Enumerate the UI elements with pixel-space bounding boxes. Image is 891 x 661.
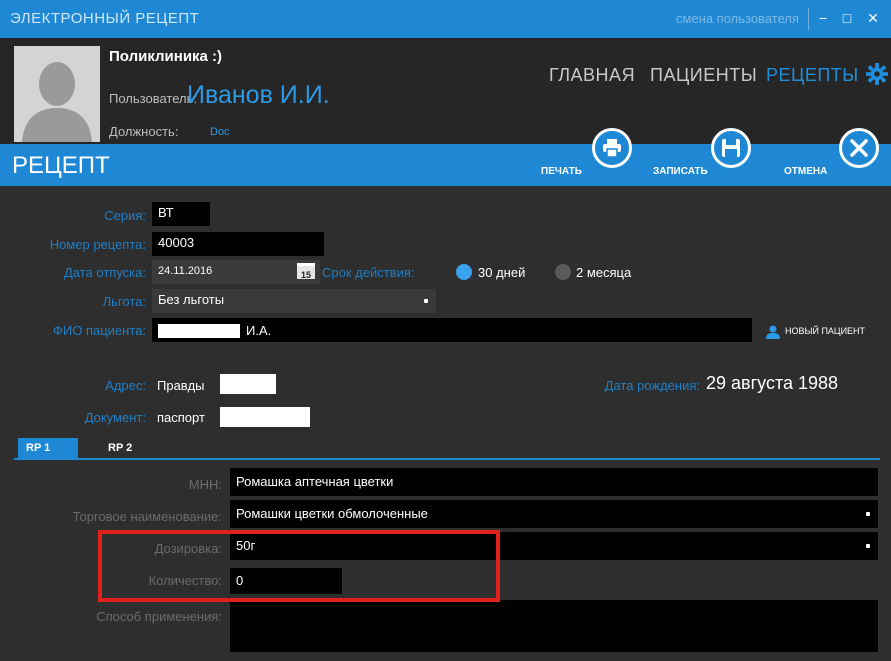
gear-icon[interactable]	[866, 63, 888, 85]
user-label: Пользователь:	[109, 91, 197, 106]
position-label: Должность:	[109, 124, 179, 139]
dosage-dropdown-icon	[866, 544, 870, 548]
save-button[interactable]	[711, 128, 751, 168]
close-window-button[interactable]: ✕	[863, 8, 883, 28]
benefit-select[interactable]: Без льготы	[152, 289, 436, 313]
address-redaction	[220, 374, 276, 394]
page-title: РЕЦЕПТ	[12, 152, 110, 179]
address-label: Адрес:	[105, 378, 146, 393]
close-icon	[850, 139, 868, 157]
prescription-form: Серия: ВТ Номер рецепта: 40003 Дата отпу…	[0, 186, 891, 661]
usage-label: Способ применения:	[96, 609, 222, 624]
window-title: ЭЛЕКТРОННЫЙ РЕЦЕПТ	[10, 10, 200, 27]
validity-30-radio[interactable]	[456, 264, 472, 280]
user-header: Поликлиника :) Пользователь: Иванов И.И.…	[0, 38, 891, 144]
avatar	[14, 46, 100, 142]
prescription-toolbar: РЕЦЕПТ ПЕЧАТЬ ЗАПИСАТЬ ОТМЕНА	[0, 128, 891, 186]
birth-date-label: Дата рождения:	[604, 378, 700, 393]
tabs-underline	[14, 458, 880, 460]
address-value: Правды	[157, 378, 205, 393]
cancel-button[interactable]	[839, 128, 879, 168]
series-label: Серия:	[104, 208, 146, 223]
save-label[interactable]: ЗАПИСАТЬ	[653, 166, 708, 177]
date-label: Дата отпуска:	[63, 265, 146, 280]
trade-name-label: Торговое наименование:	[72, 509, 222, 524]
patient-label: ФИО пациента:	[53, 323, 146, 338]
patient-input[interactable]	[152, 318, 752, 342]
user-name: Иванов И.И.	[187, 81, 330, 109]
highlight-frame	[98, 530, 500, 602]
series-input[interactable]: ВТ	[152, 202, 210, 226]
usage-textarea[interactable]	[230, 600, 878, 652]
date-input[interactable]: 24.11.2016	[152, 260, 320, 284]
tab-rp2[interactable]: RP 2	[100, 438, 160, 458]
nav-prescriptions[interactable]: РЕЦЕПТЫ	[766, 65, 859, 86]
print-button[interactable]	[592, 128, 632, 168]
benefit-label: Льгота:	[102, 294, 146, 309]
printer-icon	[603, 139, 621, 158]
titlebar-divider	[808, 8, 809, 30]
position-value: Doc	[210, 126, 230, 138]
user-add-icon[interactable]	[765, 325, 781, 339]
benefit-dropdown-icon	[424, 299, 428, 303]
patient-initials: И.А.	[246, 323, 272, 338]
new-patient-link[interactable]: НОВЫЙ ПАЦИЕНТ	[785, 326, 865, 336]
calendar-icon[interactable]: 15	[297, 263, 315, 280]
floppy-disk-icon	[722, 139, 740, 157]
birth-date-value: 29 августа 1988	[706, 373, 839, 393]
switch-user-link[interactable]: смена пользователя	[676, 11, 799, 26]
window-titlebar: ЭЛЕКТРОННЫЙ РЕЦЕПТ смена пользователя − …	[0, 0, 891, 38]
trade-name-dropdown-icon	[866, 512, 870, 516]
document-redaction	[220, 407, 310, 427]
validity-2m-radio[interactable]	[555, 264, 571, 280]
validity-2m-label: 2 месяца	[576, 265, 632, 280]
cancel-label[interactable]: ОТМЕНА	[784, 166, 827, 177]
number-label: Номер рецепта:	[49, 237, 146, 252]
maximize-button[interactable]: □	[837, 8, 857, 28]
print-label[interactable]: ПЕЧАТЬ	[541, 166, 582, 177]
validity-30-label: 30 дней	[478, 265, 526, 280]
nav-patients[interactable]: ПАЦИЕНТЫ	[650, 65, 757, 86]
nav-main[interactable]: ГЛАВНАЯ	[549, 65, 635, 86]
user-silhouette-icon	[14, 46, 100, 142]
document-value: паспорт	[157, 410, 205, 425]
document-label: Документ:	[84, 410, 146, 425]
inn-label: МНН:	[188, 477, 222, 492]
number-input[interactable]: 40003	[152, 232, 324, 256]
organization-name: Поликлиника :)	[109, 48, 223, 65]
trade-name-select[interactable]: Ромашки цветки обмолоченные	[230, 500, 878, 528]
validity-label: Срок действия:	[322, 265, 415, 280]
minimize-button[interactable]: −	[813, 8, 833, 28]
patient-name-redaction	[158, 324, 240, 338]
inn-input[interactable]: Ромашка аптечная цветки	[230, 468, 878, 496]
tab-rp1[interactable]: RP 1	[18, 438, 78, 458]
